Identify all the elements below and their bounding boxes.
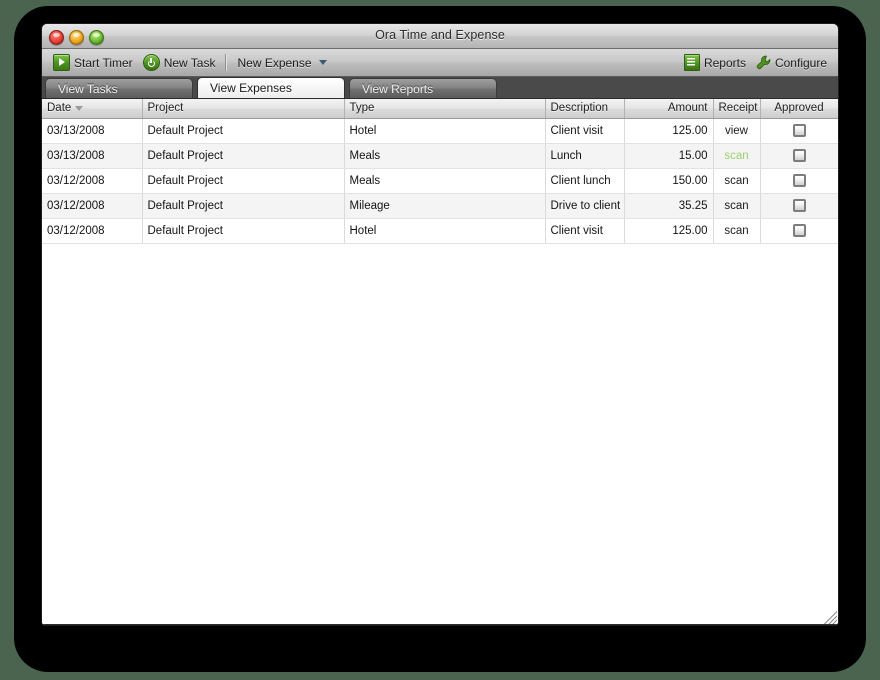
cell-description: Drive to client (545, 193, 625, 219)
cell-approved[interactable] (760, 218, 838, 244)
cell-type: Hotel (344, 218, 546, 244)
column-header-receipt[interactable]: Receipt (713, 99, 761, 119)
approved-checkbox[interactable] (792, 224, 806, 237)
receipt-link[interactable]: scan (724, 200, 748, 212)
new-expense-button[interactable]: New Expense (232, 55, 331, 71)
table-row[interactable]: 03/13/2008 Default Project Hotel Client vis… (42, 118, 838, 144)
cell-project: Default Project (142, 218, 345, 244)
table-header: Date Project Type Description Amount Rec… (42, 99, 838, 119)
cell-date: 03/12/2008 (42, 193, 143, 219)
tab-strip: View Tasks View Expenses View Reports (42, 77, 838, 99)
cell-amount: 35.25 (624, 193, 714, 219)
table-header-row: Date Project Type Description Amount Rec… (42, 99, 838, 119)
cell-date: 03/12/2008 (42, 168, 143, 194)
column-header-project[interactable]: Project (142, 99, 345, 119)
table-row[interactable]: 03/13/2008 Default Project Meals Lunch 15.00… (42, 143, 838, 169)
cell-date: 03/13/2008 (42, 143, 143, 169)
cell-approved[interactable] (760, 118, 838, 144)
column-header-approved[interactable]: Approved (760, 99, 838, 119)
start-timer-button[interactable]: Start Timer (48, 53, 138, 72)
table-row[interactable]: 03/12/2008 Default Project Mileage Drive to… (42, 193, 838, 219)
column-header-amount[interactable]: Amount (624, 99, 714, 119)
column-header-description[interactable]: Description (545, 99, 625, 119)
cell-receipt[interactable]: view (713, 118, 761, 144)
cell-amount: 150.00 (624, 168, 714, 194)
tab-view-tasks-label: View Tasks (58, 81, 118, 96)
cell-description: Client visit (545, 218, 625, 244)
cell-receipt[interactable]: scan (713, 168, 761, 194)
tab-view-expenses-label: View Expenses (210, 81, 292, 95)
cell-type: Meals (344, 168, 546, 194)
approved-checkbox[interactable] (792, 124, 806, 137)
cell-approved[interactable] (760, 143, 838, 169)
table-body: 03/13/2008 Default Project Hotel Client vis… (42, 118, 838, 244)
receipt-link[interactable]: scan (724, 150, 748, 162)
configure-button[interactable]: Configure (751, 54, 832, 71)
title-bar: Ora Time and Expense (42, 24, 838, 49)
cell-amount: 125.00 (624, 118, 714, 144)
new-task-label: New Task (163, 55, 216, 70)
receipt-link[interactable]: scan (724, 175, 748, 187)
window-bottom-border (42, 624, 838, 625)
cell-project: Default Project (142, 143, 345, 169)
table-row[interactable]: 03/12/2008 Default Project Meals Client lun… (42, 168, 838, 194)
column-header-date-label: Date (47, 102, 72, 115)
sort-descending-icon (75, 105, 84, 111)
cell-description: Client visit (545, 118, 625, 144)
play-icon (53, 54, 70, 71)
toolbar: Start Timer New Task New Expense Reports… (42, 49, 838, 77)
application-window: Ora Time and Expense Start Timer New Tas… (41, 23, 839, 626)
new-task-button[interactable]: New Task (138, 53, 221, 72)
receipt-link[interactable]: scan (724, 225, 748, 237)
configure-label: Configure (774, 55, 827, 70)
expenses-table-panel: Date Project Type Description Amount Rec… (42, 99, 838, 625)
cell-amount: 15.00 (624, 143, 714, 169)
chevron-down-icon[interactable] (318, 60, 327, 65)
reports-button[interactable]: Reports (679, 53, 751, 72)
power-icon (142, 54, 160, 71)
expenses-table: Date Project Type Description Amount Rec… (42, 99, 838, 244)
approved-checkbox[interactable] (792, 199, 806, 212)
tab-view-tasks[interactable]: View Tasks (45, 78, 193, 98)
cell-receipt[interactable]: scan (713, 218, 761, 244)
start-timer-label: Start Timer (74, 55, 133, 70)
cell-type: Hotel (344, 118, 546, 144)
receipt-link[interactable]: view (725, 125, 748, 137)
cell-approved[interactable] (760, 168, 838, 194)
toolbar-divider (225, 54, 228, 71)
wrench-icon (756, 55, 771, 70)
tab-view-expenses[interactable]: View Expenses (197, 77, 345, 98)
cell-date: 03/13/2008 (42, 118, 143, 144)
cell-receipt[interactable]: scan (713, 193, 761, 219)
cell-description: Lunch (545, 143, 625, 169)
cell-type: Meals (344, 143, 546, 169)
resize-grip[interactable] (823, 611, 837, 625)
cell-date: 03/12/2008 (42, 218, 143, 244)
approved-checkbox[interactable] (792, 149, 806, 162)
table-row[interactable]: 03/12/2008 Default Project Hotel Client vis… (42, 218, 838, 244)
cell-approved[interactable] (760, 193, 838, 219)
tab-view-reports[interactable]: View Reports (349, 78, 497, 98)
cell-project: Default Project (142, 168, 345, 194)
cell-receipt[interactable]: scan (713, 143, 761, 169)
approved-checkbox[interactable] (792, 174, 806, 187)
column-header-date[interactable]: Date (42, 99, 143, 119)
cell-project: Default Project (142, 118, 345, 144)
column-header-type[interactable]: Type (344, 99, 546, 119)
document-icon (683, 54, 700, 71)
cell-type: Mileage (344, 193, 546, 219)
cell-description: Client lunch (545, 168, 625, 194)
tab-view-reports-label: View Reports (362, 81, 434, 96)
cell-amount: 125.00 (624, 218, 714, 244)
cell-project: Default Project (142, 193, 345, 219)
reports-label: Reports (703, 55, 746, 70)
new-expense-label: New Expense (237, 55, 312, 70)
window-title: Ora Time and Expense (375, 28, 505, 42)
